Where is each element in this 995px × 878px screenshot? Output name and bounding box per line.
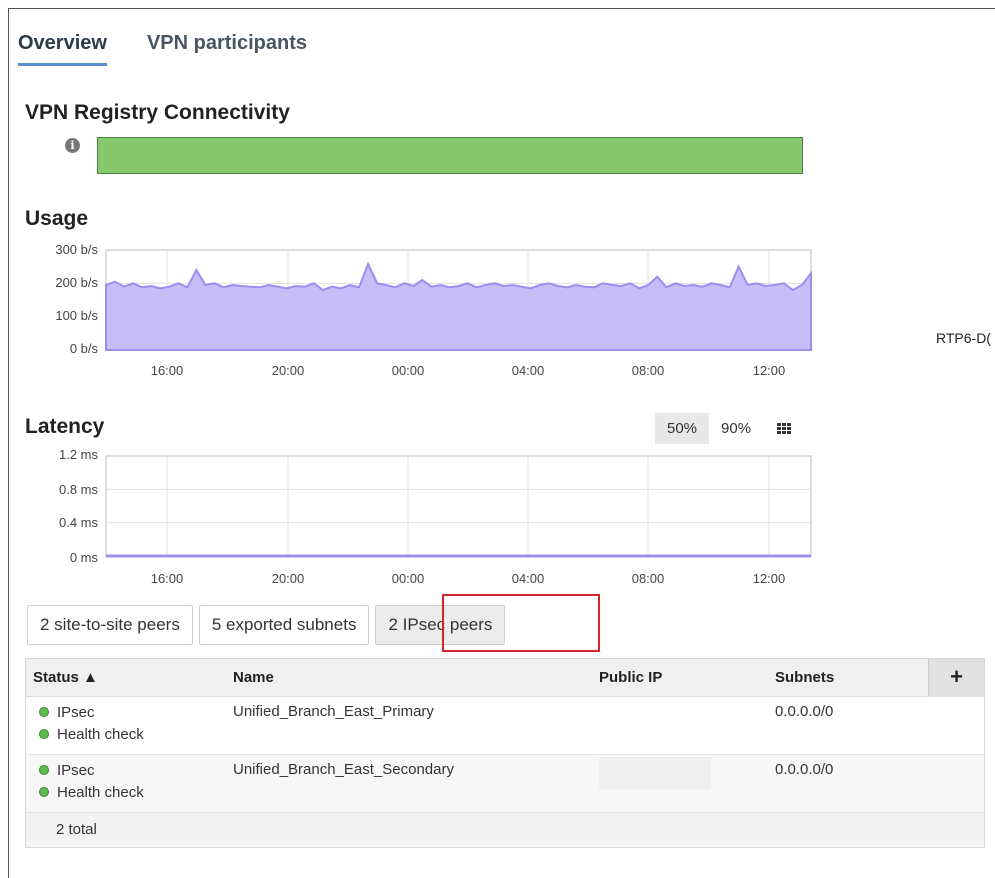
usage-ytick: 0 b/s: [70, 341, 99, 356]
latency-ytick: 0.8 ms: [59, 482, 99, 497]
latency-ytick: 1.2 ms: [59, 447, 99, 462]
peers-table: Status ▲ Name Public IP Subnets + IPsec …: [25, 658, 985, 848]
status-ipsec: IPsec: [57, 703, 95, 721]
usage-chart: 300 b/s 200 b/s 100 b/s 0 b/s 16:00 20:0…: [18, 236, 818, 391]
status-ok-icon: [39, 707, 49, 717]
usage-ytick: 100 b/s: [55, 308, 98, 323]
latency-xtick: 20:00: [272, 571, 305, 586]
usage-xtick: 04:00: [512, 363, 545, 378]
percentile-toggle: 50% 90%: [655, 413, 792, 444]
latency-xtick: 08:00: [632, 571, 665, 586]
highlight-box: [442, 594, 600, 652]
status-ok-icon: [39, 787, 49, 797]
info-icon[interactable]: i: [65, 138, 80, 153]
usage-xtick: 08:00: [632, 363, 665, 378]
registry-title: VPN Registry Connectivity: [25, 101, 290, 124]
usage-ytick: 200 b/s: [55, 275, 98, 290]
exported-subnets-button[interactable]: 5 exported subnets: [198, 605, 370, 645]
status-cell: IPsec Health check: [39, 701, 144, 745]
usage-title: Usage: [25, 207, 89, 230]
column-header-subnets[interactable]: Subnets: [775, 669, 834, 686]
percentile-50-button[interactable]: 50%: [655, 413, 710, 444]
latency-xtick: 12:00: [753, 571, 786, 586]
usage-xtick: 16:00: [151, 363, 184, 378]
usage-xtick: 20:00: [272, 363, 305, 378]
tab-vpn-participants[interactable]: VPN participants: [147, 32, 307, 66]
column-header-public-ip[interactable]: Public IP: [599, 669, 662, 686]
peer-subnets: 0.0.0.0/0: [775, 703, 834, 720]
column-header-name[interactable]: Name: [233, 669, 274, 686]
peer-subnets: 0.0.0.0/0: [775, 761, 834, 778]
redacted-public-ip: [599, 757, 711, 789]
peer-name[interactable]: Unified_Branch_East_Primary: [233, 703, 434, 720]
peer-filter-buttons: 2 site-to-site peers 5 exported subnets …: [27, 605, 506, 645]
registry-status-bar: [97, 137, 803, 174]
usage-area: [105, 261, 812, 351]
usage-xtick: 12:00: [753, 363, 786, 378]
status-health: Health check: [57, 725, 144, 743]
usage-xtick: 00:00: [392, 363, 425, 378]
latency-xtick: 16:00: [151, 571, 184, 586]
peer-name[interactable]: Unified_Branch_East_Secondary: [233, 761, 454, 778]
column-header-status[interactable]: Status ▲: [33, 669, 98, 686]
site-to-site-peers-button[interactable]: 2 site-to-site peers: [27, 605, 193, 645]
percentile-90-button[interactable]: 90%: [709, 413, 763, 444]
grid-menu-icon[interactable]: [777, 423, 792, 434]
table-header: Status ▲ Name Public IP Subnets +: [26, 659, 984, 697]
tab-overview[interactable]: Overview: [18, 32, 107, 66]
status-ok-icon: [39, 729, 49, 739]
latency-ytick: 0.4 ms: [59, 515, 99, 530]
device-label: RTP6-D(: [936, 330, 991, 346]
status-ipsec: IPsec: [57, 761, 95, 779]
table-row[interactable]: IPsec Health check Unified_Branch_East_S…: [26, 755, 984, 813]
table-row[interactable]: IPsec Health check Unified_Branch_East_P…: [26, 697, 984, 755]
status-ok-icon: [39, 765, 49, 775]
add-column-button[interactable]: +: [928, 659, 984, 697]
usage-ytick: 300 b/s: [55, 242, 98, 257]
status-cell: IPsec Health check: [39, 759, 144, 803]
latency-xtick: 00:00: [392, 571, 425, 586]
latency-chart: 1.2 ms 0.8 ms 0.4 ms 0 ms 16:00 20:00 00…: [18, 444, 818, 597]
tab-bar: Overview VPN participants: [18, 32, 307, 66]
status-health: Health check: [57, 783, 144, 801]
latency-xtick: 04:00: [512, 571, 545, 586]
table-footer-total: 2 total: [26, 813, 984, 847]
latency-title: Latency: [25, 415, 105, 438]
latency-ytick: 0 ms: [70, 550, 99, 565]
